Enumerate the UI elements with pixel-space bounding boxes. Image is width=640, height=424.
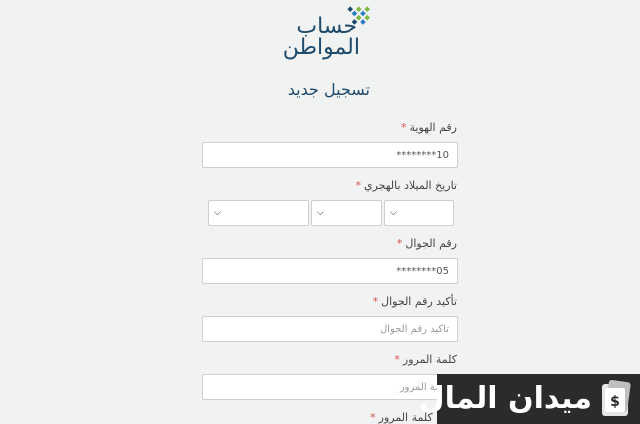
mobile-label: رقم الجوال* xyxy=(396,237,457,250)
svg-text:$: $ xyxy=(610,394,620,410)
required-mark: * xyxy=(400,121,407,134)
confirm-mobile-input[interactable] xyxy=(202,316,458,342)
required-mark: * xyxy=(370,411,376,424)
required-mark: * xyxy=(372,295,379,308)
required-mark: * xyxy=(394,353,400,366)
required-mark: * xyxy=(355,179,361,192)
dob-day-select[interactable]: ⌵ xyxy=(384,200,454,226)
money-phone-icon: $ xyxy=(602,380,631,416)
chevron-down-icon: ⌵ xyxy=(390,208,397,218)
dob-year-select[interactable]: ⌵ xyxy=(208,200,309,226)
confirm-mobile-label: تأكيد رقم الجوال* xyxy=(372,295,457,308)
dob-label: تاريخ الميلاد بالهجري* xyxy=(355,179,457,192)
id-number-input[interactable] xyxy=(202,142,458,168)
mobile-input[interactable] xyxy=(202,258,458,284)
watermark-text: ميدان المال xyxy=(418,381,592,416)
required-mark: * xyxy=(396,237,403,250)
page-title: تسجيل جديد xyxy=(287,80,370,99)
chevron-down-icon: ⌵ xyxy=(317,208,324,218)
chevron-down-icon: ⌵ xyxy=(214,208,221,218)
password-label: كلمة المرور* xyxy=(394,353,457,366)
dob-month-select[interactable]: ⌵ xyxy=(311,200,382,226)
id-number-label: رقم الهوية* xyxy=(400,121,457,134)
logo-text-line2: المواطن xyxy=(282,35,361,60)
